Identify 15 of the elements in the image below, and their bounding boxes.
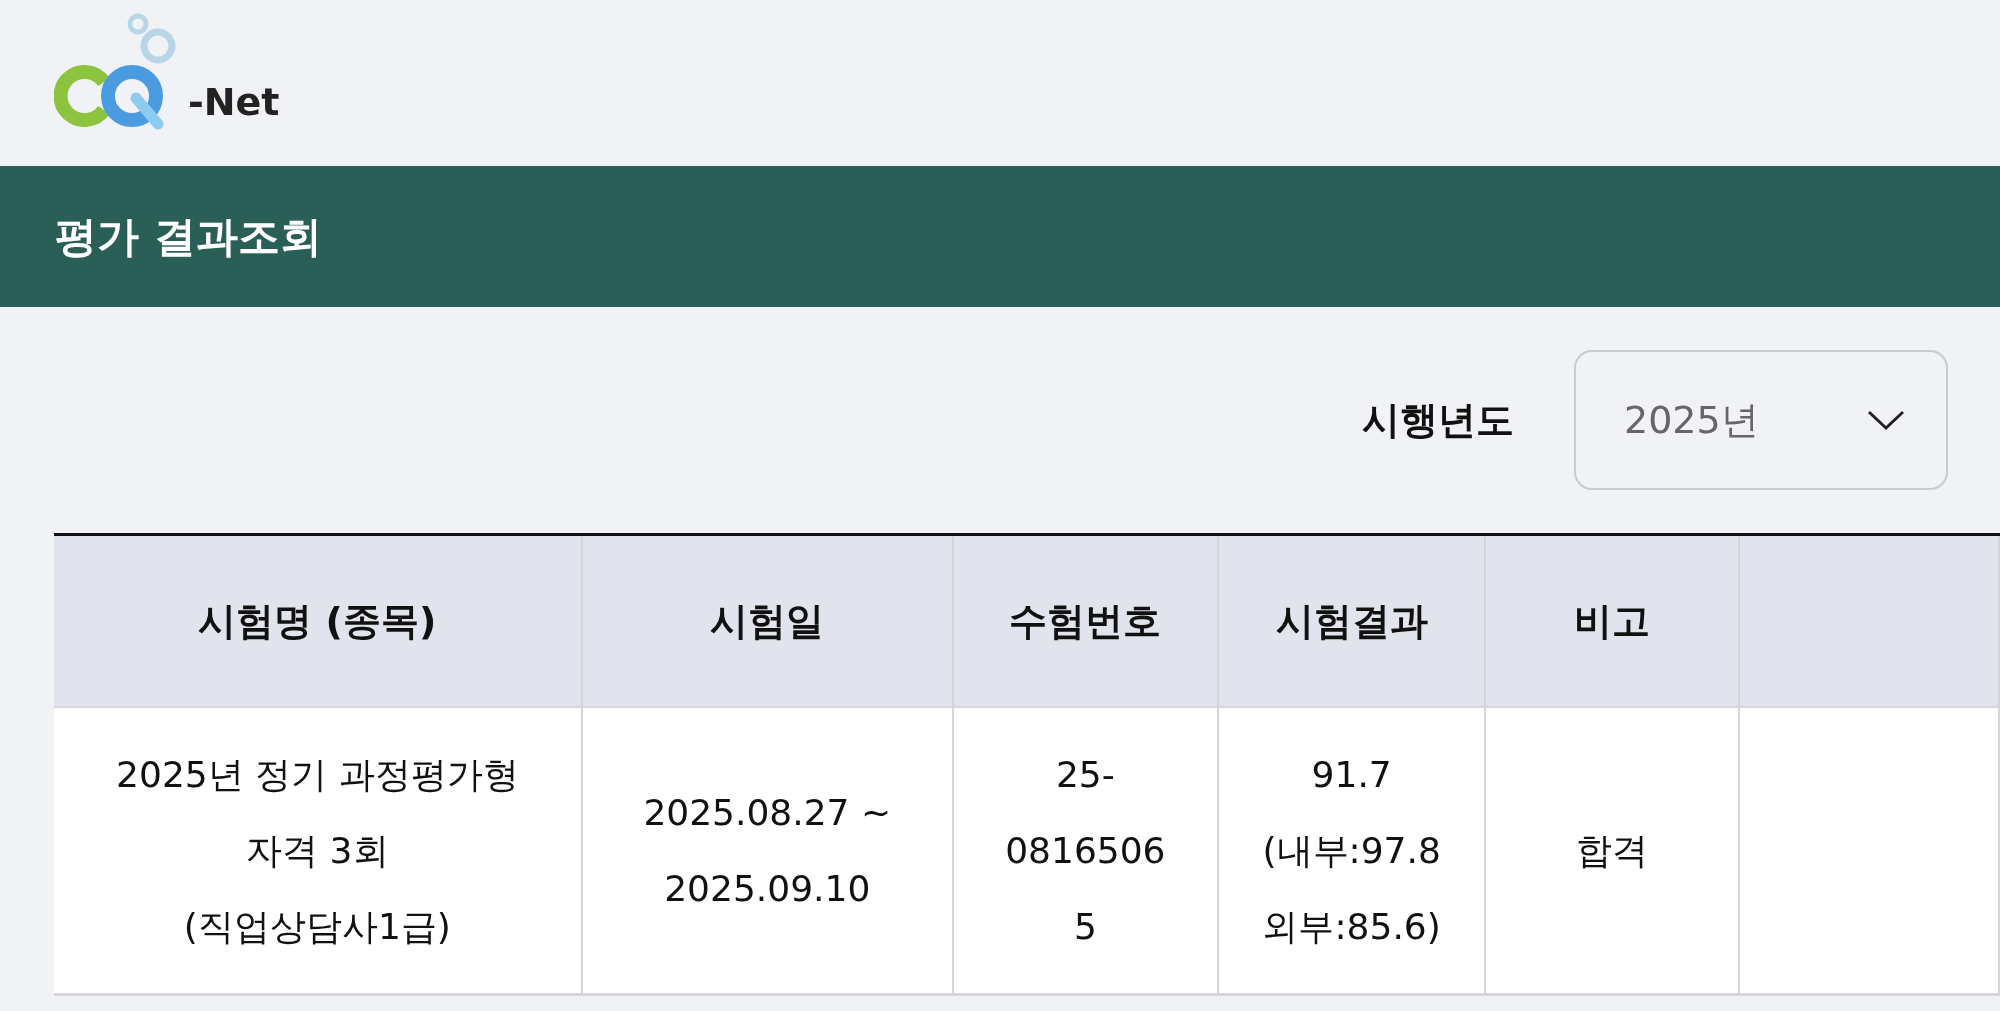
filter-label: 시행년도 [1362,396,1514,444]
table-cell: 25- 0816506 5 [952,707,1218,995]
page-title: 평가 결과조회 [55,210,322,263]
logo-text: -Net [188,80,280,124]
year-select[interactable]: 2025년 [1574,350,1948,490]
column-header: 시험명 (종목) [54,534,582,707]
column-header: 비고 [1485,534,1740,707]
column-header: 시험일 [581,534,953,707]
column-header: 수험번호 [952,534,1218,707]
table-cell: 2025년 정기 과정평가형 자격 3회 (직업상담사1급) [54,707,582,995]
caret-icon [1866,408,1906,432]
table-cell: 합격 [1485,707,1740,995]
table-cell: 2025.08.27 ~ 2025.09.10 [581,707,953,995]
column-header: 시험결과 [1217,534,1486,707]
table-cell: 91.7 (내부:97.8 외부:85.6) [1217,707,1486,995]
